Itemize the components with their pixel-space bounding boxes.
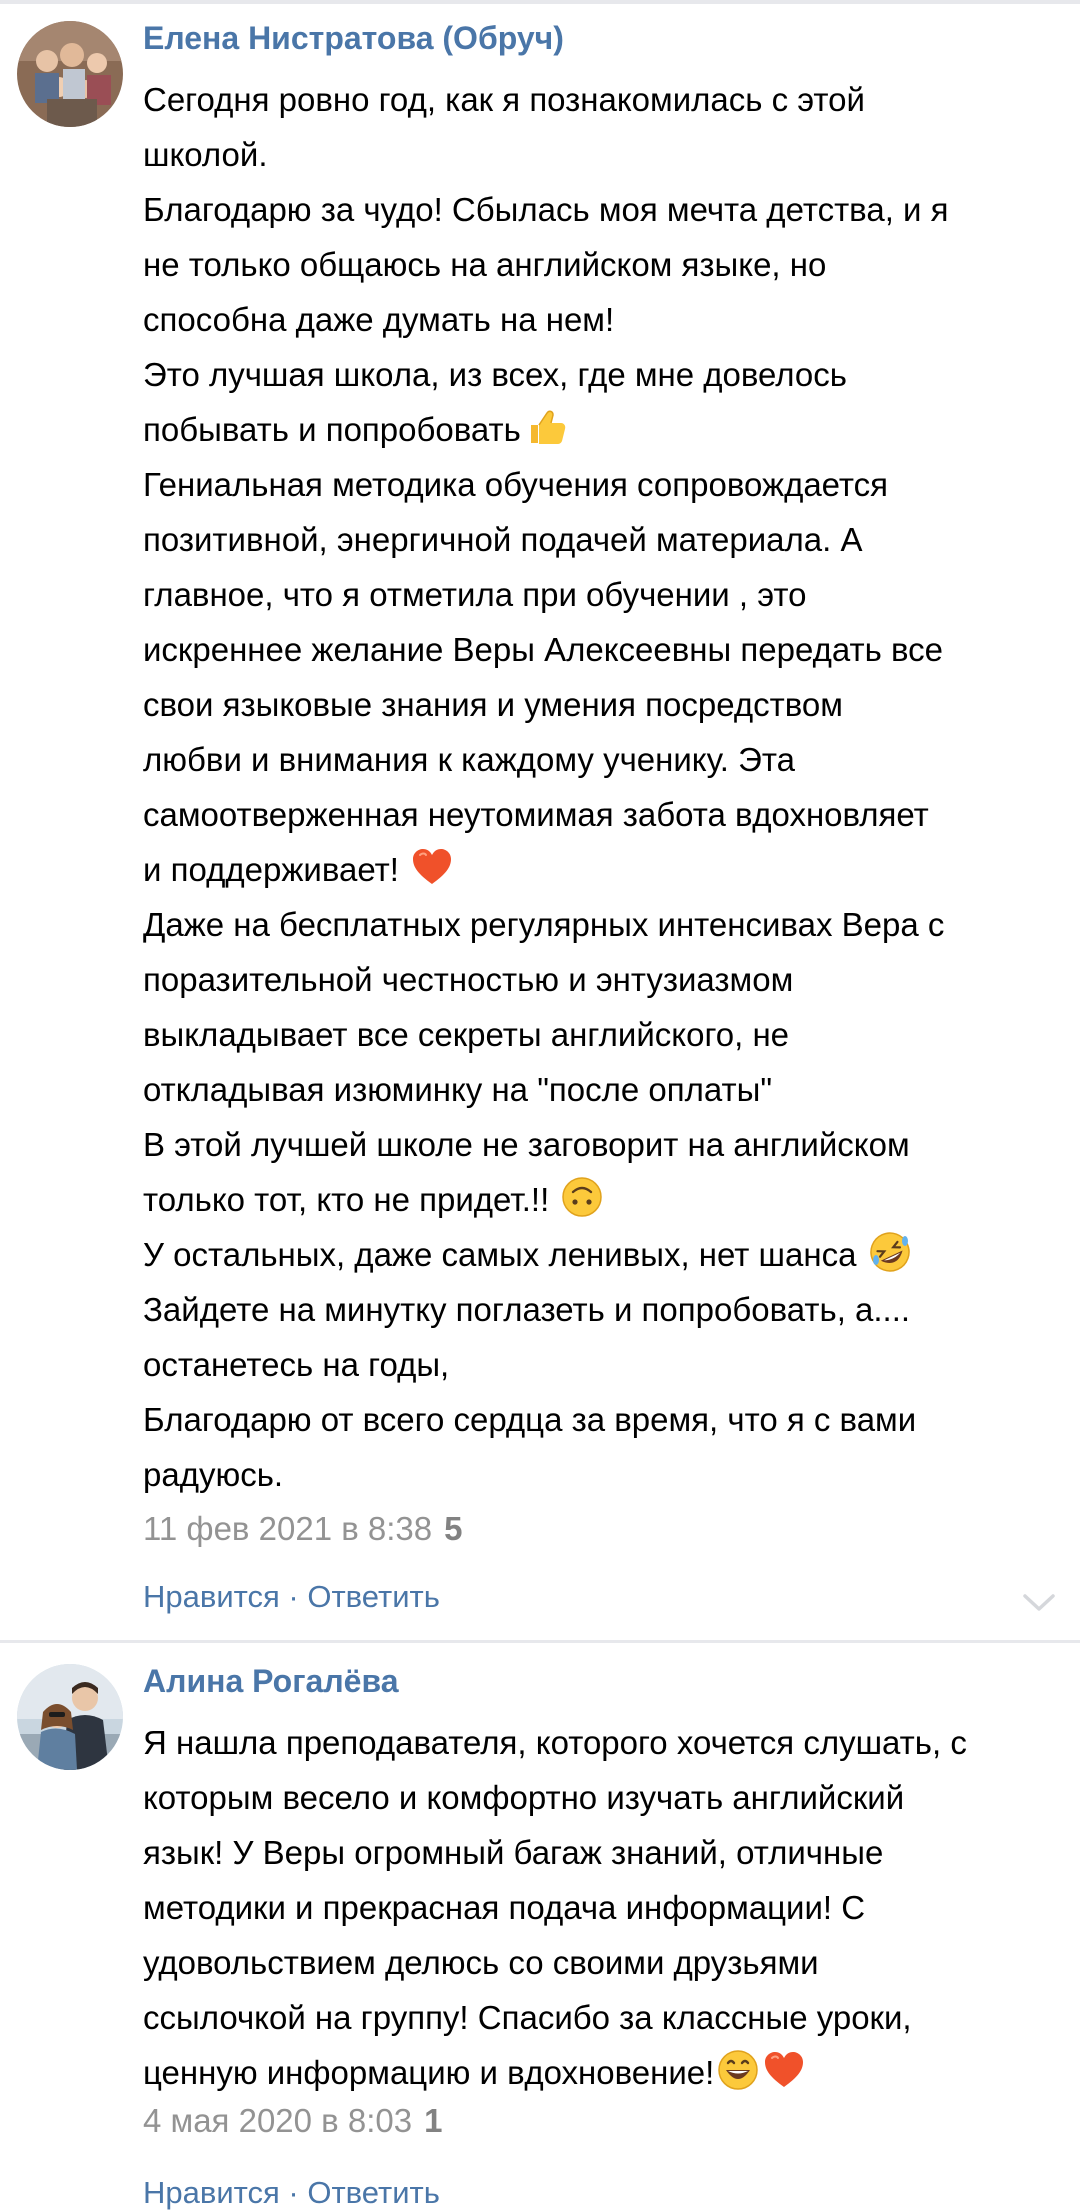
comment-meta: 11 фев 2021 в 8:38 5 (143, 1510, 463, 1548)
comment-author[interactable]: Алина Рогалёва (143, 1663, 399, 1700)
action-separator: · (279, 1579, 308, 1614)
text-line: искреннее желание Веры Алексеевны переда… (143, 631, 943, 668)
text-line-with-emoji: побывать и попробовать (143, 402, 1068, 457)
comment-actions: Нравится · Ответить (143, 1579, 440, 1615)
thumbs-up-emoji (523, 405, 567, 449)
reply-link[interactable]: Ответить (307, 1579, 440, 1614)
action-separator: · (279, 2175, 308, 2210)
top-divider (0, 0, 1080, 4)
text-line: главное, что я отметила при обучении , э… (143, 576, 807, 613)
text-line: Благодарю за чудо! Сбылась моя мечта дет… (143, 191, 949, 228)
text-line: позитивной, энергичной подачей материала… (143, 521, 863, 558)
text-line: Это лучшая школа, из всех, где мне довел… (143, 356, 847, 393)
comment-author[interactable]: Елена Нистратова (Обруч) (143, 20, 564, 57)
likes-count: 1 (424, 2102, 443, 2139)
grinning-face-emoji (716, 2048, 760, 2092)
text-line: Сегодня ровно год, как я познакомилась с… (143, 81, 865, 118)
text-line: радуюсь. (143, 1456, 284, 1493)
rolling-laughing-emoji (868, 1230, 912, 1274)
avatar[interactable] (17, 21, 123, 127)
like-link[interactable]: Нравится (143, 2175, 280, 2210)
text-line: только тот, кто не придет.!! (143, 1181, 550, 1218)
text-line: язык! У Веры огромный багаж знаний, отли… (143, 1834, 884, 1871)
text-line: Зайдете на минутку поглазеть и попробова… (143, 1291, 911, 1328)
text-line: ценную информацию и вдохновение! (143, 2054, 715, 2091)
text-line: останетесь на годы, (143, 1346, 450, 1383)
heart-emoji (410, 845, 454, 889)
text-line: свои языковые знания и умения посредство… (143, 686, 843, 723)
text-line: поразительной честностью и энтузиазмом (143, 961, 794, 998)
text-line-with-emoji: только тот, кто не придет.!! (143, 1172, 1068, 1227)
likes-count: 5 (444, 1510, 463, 1547)
avatar[interactable] (17, 1664, 123, 1770)
like-link[interactable]: Нравится (143, 1579, 280, 1614)
text-line: побывать и попробовать (143, 411, 521, 448)
text-line: ссылочкой на группу! Спасибо за классные… (143, 1999, 912, 2036)
reply-link[interactable]: Ответить (307, 2175, 440, 2210)
text-line: методики и прекрасная подача информации!… (143, 1889, 866, 1926)
text-line: удовольствием делюсь со своими друзьями (143, 1944, 819, 1981)
text-line: самоотверженная неутомимая забота вдохно… (143, 796, 929, 833)
text-line: У остальных, даже самых ленивых, нет шан… (143, 1236, 857, 1273)
comment-date[interactable]: 4 мая 2020 в 8:03 (143, 2102, 412, 2139)
text-line: Гениальная методика обучения сопровождае… (143, 466, 889, 503)
text-line: Даже на бесплатных регулярных интенсивах… (143, 906, 945, 943)
heart-emoji (762, 2048, 806, 2092)
text-line: любви и внимания к каждому ученику. Эта (143, 741, 795, 778)
upside-down-face-emoji (560, 1175, 604, 1219)
comment-meta: 4 мая 2020 в 8:03 1 (143, 2102, 442, 2140)
text-line: В этой лучшей школе не заговорит на англ… (143, 1126, 910, 1163)
comment-date[interactable]: 11 фев 2021 в 8:38 (143, 1510, 432, 1547)
text-line: выкладывает все секреты английского, не (143, 1016, 790, 1053)
text-line: не только общаюсь на английском языке, н… (143, 246, 827, 283)
text-line: и поддерживает! (143, 851, 399, 888)
comment-actions: Нравится · Ответить (143, 2175, 440, 2211)
text-line-with-emoji: и поддерживает! (143, 842, 1068, 897)
text-line: которым весело и комфортно изучать англи… (143, 1779, 905, 1816)
text-line: откладывая изюминку на "после оплаты" (143, 1071, 773, 1108)
comment-divider (0, 1640, 1080, 1643)
text-line-with-emoji: У остальных, даже самых ленивых, нет шан… (143, 1227, 1068, 1282)
text-line: Я нашла преподавателя, которого хочется … (143, 1724, 967, 1761)
chevron-down-icon[interactable] (1022, 1593, 1056, 1613)
text-line: способна даже думать на нем! (143, 301, 615, 338)
text-line: Благодарю от всего сердца за время, что … (143, 1401, 917, 1438)
comment-text: Сегодня ровно год, как я познакомилась с… (143, 72, 1068, 1502)
text-line-with-emoji: ценную информацию и вдохновение! (143, 2045, 1068, 2100)
text-line: школой. (143, 136, 268, 173)
comment-text: Я нашла преподавателя, которого хочется … (143, 1715, 1068, 2100)
